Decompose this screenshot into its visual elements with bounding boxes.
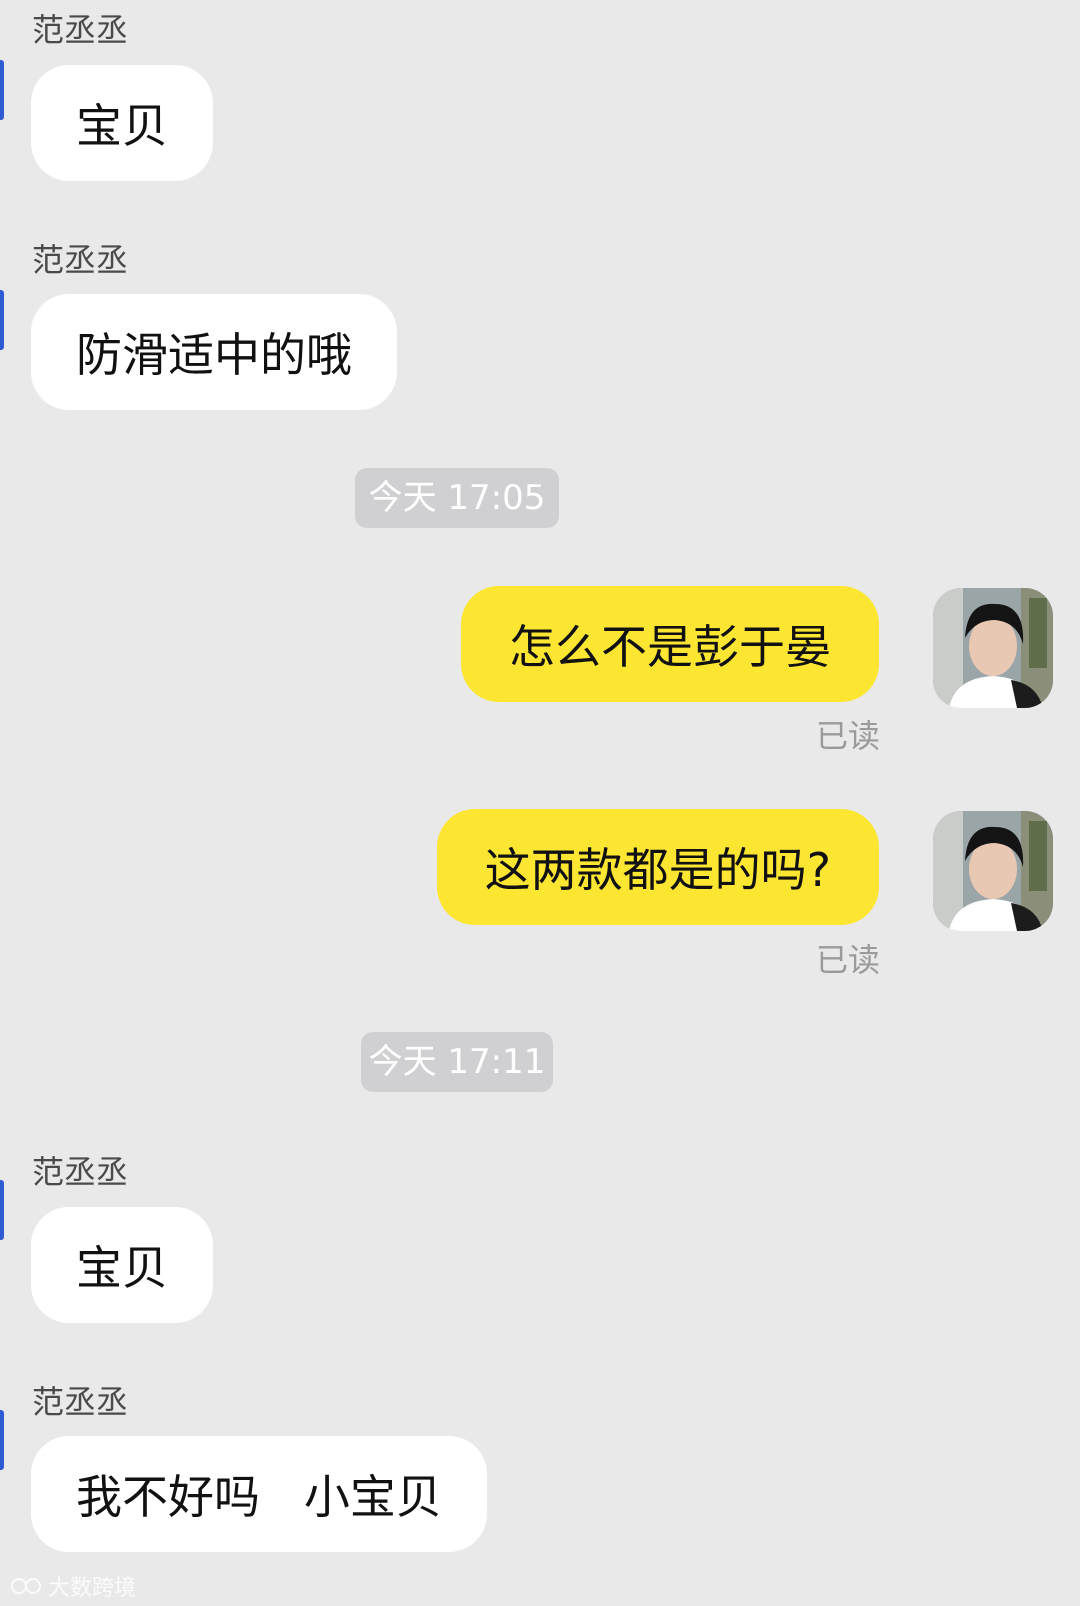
- read-status: 已读: [815, 941, 880, 979]
- sender-name: 范丞丞: [32, 1153, 129, 1191]
- user-avatar[interactable]: [933, 811, 1053, 931]
- watermark-logo-icon: [11, 1578, 41, 1594]
- sender-name: 范丞丞: [32, 1383, 129, 1421]
- timestamp-chip: 今天 17:05: [355, 468, 559, 528]
- edge-marker: [0, 1180, 4, 1240]
- watermark: 大数跨境: [10, 1570, 136, 1602]
- avatar-photo-icon: [933, 588, 1053, 708]
- edge-marker: [0, 1410, 4, 1470]
- watermark-text: 大数跨境: [48, 1576, 137, 1601]
- timestamp-chip: 今天 17:11: [361, 1032, 553, 1092]
- edge-marker: [0, 290, 4, 350]
- incoming-message-bubble[interactable]: 防滑适中的哦: [31, 294, 397, 410]
- edge-marker: [0, 60, 4, 120]
- read-status: 已读: [815, 717, 880, 755]
- avatar-photo-icon: [933, 811, 1053, 931]
- outgoing-message-bubble[interactable]: 怎么不是彭于晏: [461, 586, 879, 702]
- chat-view[interactable]: 范丞丞 宝贝 范丞丞 防滑适中的哦 今天 17:05 怎么不是彭于晏 已读 这两…: [0, 0, 1080, 1606]
- incoming-message-bubble[interactable]: 宝贝: [31, 1207, 213, 1323]
- sender-name: 范丞丞: [32, 241, 129, 279]
- outgoing-message-bubble[interactable]: 这两款都是的吗?: [436, 809, 879, 925]
- incoming-message-bubble[interactable]: 我不好吗 小宝贝: [31, 1436, 487, 1552]
- incoming-message-bubble[interactable]: 宝贝: [31, 65, 213, 181]
- sender-name: 范丞丞: [32, 11, 129, 49]
- user-avatar[interactable]: [933, 588, 1053, 708]
